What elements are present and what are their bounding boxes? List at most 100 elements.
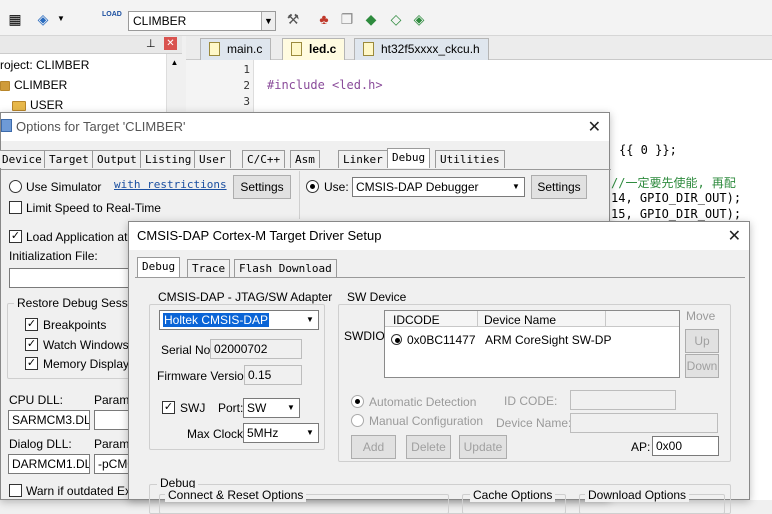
tree-item-climber[interactable]: CLIMBER [0, 78, 67, 92]
dialog-dll-input[interactable]: DARMCM1.DLL [8, 454, 90, 474]
restore-debug-label: Restore Debug Session [14, 296, 147, 310]
tab-c-cpp[interactable]: C/C++ [242, 150, 286, 168]
move-down-button[interactable]: Down [685, 354, 719, 378]
tab-ckcu-h[interactable]: ht32f5xxxx_ckcu.h [354, 38, 489, 60]
column-divider [477, 311, 478, 327]
max-clock-select-value: 5MHz [247, 426, 279, 440]
scroll-up-icon[interactable]: ▲ [167, 58, 182, 67]
port-select[interactable]: SW ▼ [243, 398, 300, 418]
device-name-input[interactable] [570, 413, 718, 433]
memory-display-checkbox[interactable]: ✓ [25, 357, 38, 370]
tab-flash-download[interactable]: Flash Download [234, 259, 337, 277]
use-simulator-radio[interactable] [9, 180, 22, 193]
adapter-select-value: Holtek CMSIS-DAP [163, 313, 270, 327]
tab-user[interactable]: User [194, 150, 231, 168]
delete-button[interactable]: Delete [406, 435, 451, 459]
warn-outdated-label: Warn if outdated Exe [26, 484, 138, 498]
use-simulator-label: Use Simulator [26, 180, 102, 194]
limit-speed-label: Limit Speed to Real-Time [26, 201, 161, 215]
tab-utilities[interactable]: Utilities [435, 150, 505, 168]
dialog-dll-label: Dialog DLL: [9, 437, 72, 451]
device-name-header: Device Name [484, 313, 557, 327]
folder-icon [12, 100, 26, 111]
manual-config-radio[interactable] [351, 414, 364, 427]
device-table[interactable]: IDCODE Device Name 0x0BC11477 ARM CoreSi… [384, 310, 680, 378]
driver-setup-dialog: CMSIS-DAP Cortex-M Target Driver Setup ✕… [128, 221, 750, 514]
ap-input[interactable]: 0x00 [652, 436, 719, 456]
manage-components-icon[interactable]: ♣ [315, 10, 333, 28]
with-restrictions-link[interactable]: with restrictions [114, 178, 227, 191]
driver-tabs: Debug Trace Flash Download [135, 257, 745, 278]
id-code-input[interactable] [570, 390, 676, 410]
auto-detect-radio[interactable] [351, 395, 364, 408]
tab-linker[interactable]: Linker [338, 150, 388, 168]
tab-device[interactable]: Device [0, 150, 47, 168]
debugger-select[interactable]: CMSIS-DAP Debugger ▼ [352, 177, 525, 197]
project-root[interactable]: roject: CLIMBER [0, 58, 89, 72]
adapter-select[interactable]: Holtek CMSIS-DAP ▼ [159, 310, 319, 330]
watch-windows-checkbox[interactable]: ✓ [25, 338, 38, 351]
tab-trace[interactable]: Trace [187, 259, 231, 277]
move-up-button[interactable]: Up [685, 329, 719, 353]
load-icon[interactable]: LOAD [102, 10, 122, 28]
move-label: Move [686, 309, 716, 323]
code-line: #include <led.h> [267, 78, 383, 92]
warn-outdated-checkbox[interactable] [9, 484, 22, 497]
folder-icon [0, 80, 10, 91]
firmware-label: Firmware Version: [157, 369, 254, 383]
tab-debug[interactable]: Debug [387, 148, 431, 168]
tab-target[interactable]: Target [44, 150, 94, 168]
breakpoints-checkbox[interactable]: ✓ [25, 318, 38, 331]
id-code-label: ID CODE: [504, 394, 558, 408]
update-button[interactable]: Update [459, 435, 507, 459]
grid-icon[interactable]: ▦ [6, 10, 24, 28]
cpu-dll-input[interactable]: SARMCM3.DLL [8, 410, 90, 430]
use-debugger-radio[interactable] [306, 180, 319, 193]
tab-debug[interactable]: Debug [137, 257, 181, 277]
limit-speed-checkbox[interactable] [9, 201, 22, 214]
target-select[interactable]: CLIMBER ▼ [128, 11, 276, 31]
add-button[interactable]: Add [351, 435, 396, 459]
cpu-param-input[interactable] [94, 410, 131, 430]
stack-icon[interactable]: ◈ [410, 10, 428, 28]
layers-icon[interactable]: ◈ [34, 10, 52, 28]
debugger-settings-button[interactable]: Settings [531, 175, 587, 199]
selected-device-icon [391, 334, 402, 345]
max-clock-select[interactable]: 5MHz ▼ [243, 423, 319, 443]
main-toolbar: ▦ ◈ ▼ LOAD CLIMBER ▼ ⚒ ♣ ❐ ◆ ◇ ◈ [0, 0, 772, 36]
tab-asm[interactable]: Asm [290, 150, 320, 168]
tab-main-c[interactable]: main.c [200, 38, 272, 60]
pack-installer-icon[interactable]: ◇ [387, 10, 405, 28]
dialog-param-input[interactable]: -pCM0 [94, 454, 131, 474]
chevron-down-icon[interactable]: ▼ [52, 10, 70, 28]
max-clock-label: Max Clock: [187, 427, 247, 441]
pin-icon[interactable]: ⊥ [146, 37, 156, 50]
tab-output[interactable]: Output [92, 150, 142, 168]
breakpoints-label: Breakpoints [43, 318, 107, 332]
close-icon[interactable]: ✕ [588, 117, 601, 137]
tab-label: ht32f5xxxx_ckcu.h [381, 42, 480, 56]
simulator-settings-button[interactable]: Settings [233, 175, 291, 199]
port-select-value: SW [247, 401, 267, 415]
tree-item-user[interactable]: USER [0, 98, 63, 112]
table-row[interactable]: 0x0BC11477 ARM CoreSight SW-DP [389, 332, 675, 348]
tab-listing[interactable]: Listing [140, 150, 197, 168]
tree-item-label: CLIMBER [14, 78, 68, 92]
line-number: 2 [243, 79, 250, 92]
load-application-checkbox[interactable]: ✓ [9, 230, 22, 243]
swj-checkbox[interactable]: ✓ [162, 401, 175, 414]
dialog-title: CMSIS-DAP Cortex-M Target Driver Setup [137, 228, 382, 243]
device-table-header: IDCODE Device Name [385, 311, 679, 327]
close-icon[interactable]: ✕ [728, 226, 741, 246]
diamond-icon[interactable]: ◆ [362, 10, 380, 28]
init-file-input[interactable] [9, 268, 131, 288]
tab-led-c[interactable]: led.c [282, 38, 346, 60]
wand-icon[interactable]: ⚒ [284, 10, 302, 28]
chevron-down-icon: ▼ [509, 179, 523, 195]
copy-icon[interactable]: ❐ [338, 10, 356, 28]
close-icon[interactable]: ✕ [164, 37, 177, 50]
auto-detect-label: Automatic Detection [369, 395, 477, 409]
sw-device-group-label: SW Device [344, 290, 410, 304]
tree-item-label: USER [30, 98, 64, 112]
code-line: 14, GPIO_DIR_OUT); [611, 191, 742, 205]
